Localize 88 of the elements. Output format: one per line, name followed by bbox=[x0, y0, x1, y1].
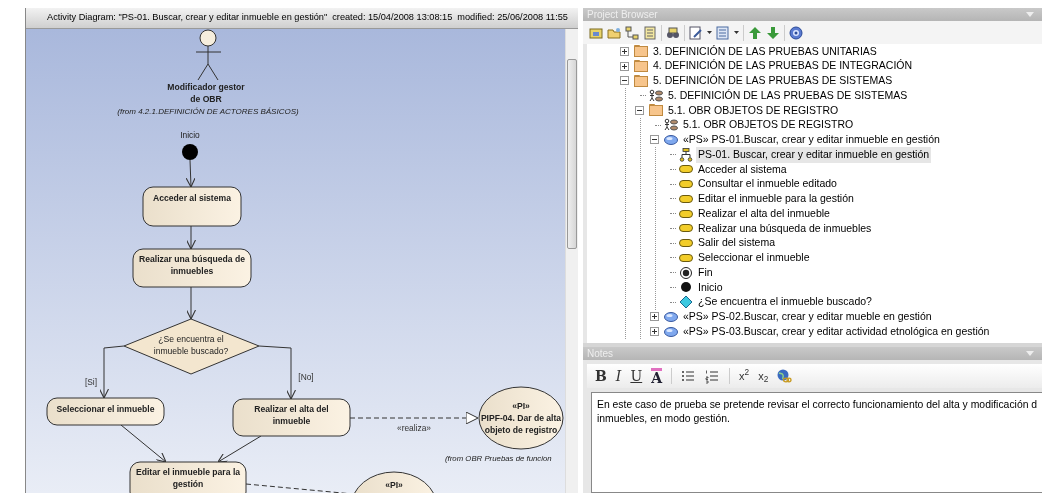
bulleted-list-icon[interactable] bbox=[681, 368, 697, 384]
flow-arrow bbox=[120, 424, 167, 463]
tree-item[interactable]: Acceder al sistema bbox=[696, 161, 789, 178]
note-text: En este caso de prueba se pretende revisar el correcto funcionamiento del alta y modificación d bbox=[597, 398, 1039, 412]
up-arrow-icon[interactable] bbox=[748, 25, 762, 40]
caret-icon[interactable] bbox=[734, 31, 739, 34]
action-node: Acceder al sistema bbox=[142, 186, 242, 227]
numbered-list-icon[interactable] bbox=[705, 368, 721, 384]
tree-item[interactable]: 5.1. OBR OBJETOS DE REGISTRO bbox=[681, 117, 856, 133]
flow-arrow bbox=[185, 286, 197, 320]
decision-icon bbox=[679, 295, 693, 310]
action-node: Realizar el alta del inmueble bbox=[232, 398, 351, 437]
created-date: created: 15/04/2008 13:08:15 bbox=[332, 11, 453, 25]
find-icon[interactable] bbox=[666, 25, 680, 40]
actor-figure bbox=[195, 29, 222, 81]
package-icon[interactable] bbox=[589, 25, 603, 40]
collapse-icon[interactable] bbox=[620, 76, 629, 86]
use-case-diagram-icon bbox=[664, 118, 678, 133]
edge-label: [Si] bbox=[84, 377, 98, 387]
folder-icon bbox=[634, 44, 648, 59]
superscript-button[interactable]: x$^{2}$ bbox=[739, 370, 750, 382]
tree-item[interactable]: «PS» PS-01.Buscar, crear y editar inmueble en gestión bbox=[681, 132, 942, 148]
use-case-node: «PI» PIPF-04. Dar de alta objeto de registro bbox=[478, 386, 564, 450]
tree-item[interactable]: Salir del sistema bbox=[696, 235, 778, 251]
tree-item[interactable]: 5. DEFINICIÓN DE LAS PRUEBAS DE SISTEMAS bbox=[651, 73, 895, 89]
tree-item[interactable]: PS-01. Buscar, crear y editar inmueble en gestión bbox=[696, 146, 932, 163]
edge-label: [No] bbox=[298, 372, 314, 382]
subscript-button[interactable]: x$_{2}$ bbox=[758, 370, 769, 382]
italic-button[interactable]: I bbox=[615, 369, 622, 383]
note-text: inmuebles, en modo gestión. bbox=[597, 412, 731, 426]
expand-icon[interactable] bbox=[620, 61, 629, 71]
tree-item[interactable]: Realizar una búsqueda de inmuebles bbox=[696, 220, 874, 237]
bold-button[interactable]: B bbox=[595, 369, 607, 383]
flow-arrow bbox=[185, 159, 196, 188]
node-label: Inicio bbox=[180, 130, 200, 140]
decision-node: ¿Se encuentra el inmueble buscado? bbox=[123, 318, 260, 375]
hierarchy-icon[interactable] bbox=[625, 25, 639, 40]
flow-arrow bbox=[217, 435, 262, 463]
folder-icon[interactable] bbox=[607, 25, 621, 40]
activity-diagram-icon bbox=[679, 147, 693, 162]
tree-item[interactable]: 4. DEFINICIÓN DE LAS PRUEBAS DE INTEGRACIÓN bbox=[651, 58, 915, 74]
use-case-icon bbox=[664, 132, 678, 147]
tree-item[interactable]: 3. DEFINICIÓN DE LAS PRUEBAS UNITARIAS bbox=[651, 44, 879, 60]
tree-item[interactable]: Consultar el inmueble editado bbox=[696, 176, 839, 192]
collapse-icon[interactable] bbox=[650, 135, 659, 145]
edge-label: «realiza» bbox=[397, 423, 431, 433]
actor-name: Modificador gestor de OBR bbox=[167, 82, 245, 104]
underline-button[interactable]: U bbox=[630, 369, 643, 383]
tree-item[interactable]: 5.1. OBR OBJETOS DE REGISTRO bbox=[666, 102, 841, 119]
notes-text-area[interactable]: En este caso de prueba se pretende revisar el correcto funcionamiento del alta y modificación d inmuebles, en modo gestión. bbox=[591, 392, 1042, 493]
tree-item[interactable]: Seleccionar el inmueble bbox=[696, 250, 812, 266]
use-case-icon bbox=[664, 309, 678, 324]
tree-item[interactable]: Realizar el alta del inmueble bbox=[696, 205, 832, 222]
help-icon[interactable] bbox=[789, 25, 803, 40]
folder-icon bbox=[649, 103, 663, 118]
tree-item[interactable]: 5. DEFINICIÓN DE LAS PRUEBAS DE SISTEMAS bbox=[666, 87, 910, 104]
globe-link-icon[interactable] bbox=[777, 368, 793, 384]
modified-date: modified: 25/06/2008 11:55 bbox=[457, 11, 568, 25]
vertical-scrollbar[interactable] bbox=[565, 29, 578, 493]
use-case-icon bbox=[664, 324, 678, 339]
action-node: Realizar una búsqueda de inmuebles bbox=[132, 248, 252, 288]
expand-icon[interactable] bbox=[620, 46, 629, 56]
use-case-diagram-icon bbox=[649, 88, 663, 103]
flow-arrow bbox=[98, 345, 125, 399]
final-node-icon bbox=[679, 265, 693, 280]
expand-icon[interactable] bbox=[650, 327, 659, 337]
font-color-button[interactable]: A bbox=[651, 367, 663, 385]
folder-icon bbox=[634, 73, 648, 88]
folder-icon bbox=[634, 59, 648, 74]
origin-note: (from 4.2.1.DEFINICIÓN DE ACTORES BÁSICOS) bbox=[117, 107, 299, 116]
diagram-title: Activity Diagram: "PS-01. Buscar, crear y editar inmueble en gestión" bbox=[47, 11, 328, 25]
edit-document-icon[interactable] bbox=[689, 25, 703, 40]
expand-icon[interactable] bbox=[650, 312, 659, 322]
tree-item[interactable]: ¿Se encuentra el inmueble buscado? bbox=[696, 294, 874, 310]
collapse-icon[interactable] bbox=[635, 105, 644, 115]
tree-item[interactable]: Editar el inmueble para la gestión bbox=[696, 191, 856, 207]
caret-icon[interactable] bbox=[707, 31, 712, 34]
flow-arrow bbox=[185, 225, 197, 250]
initial-node-icon bbox=[679, 280, 693, 295]
initial-node bbox=[182, 144, 198, 160]
action-node: Editar el inmueble para la gestión bbox=[129, 461, 247, 493]
tree-item[interactable]: «PS» PS-02.Buscar, crear y editar mueble en gestión bbox=[681, 309, 934, 325]
action-node: Seleccionar el inmueble bbox=[46, 397, 165, 426]
tree-item[interactable]: Fin bbox=[696, 264, 715, 281]
tree-item[interactable]: «PS» PS-03.Buscar, crear y editar actividad etnológica en gestión bbox=[681, 323, 992, 340]
tree-item[interactable]: Inicio bbox=[696, 279, 725, 296]
down-arrow-icon[interactable] bbox=[766, 25, 780, 40]
flow-arrow bbox=[258, 345, 297, 400]
